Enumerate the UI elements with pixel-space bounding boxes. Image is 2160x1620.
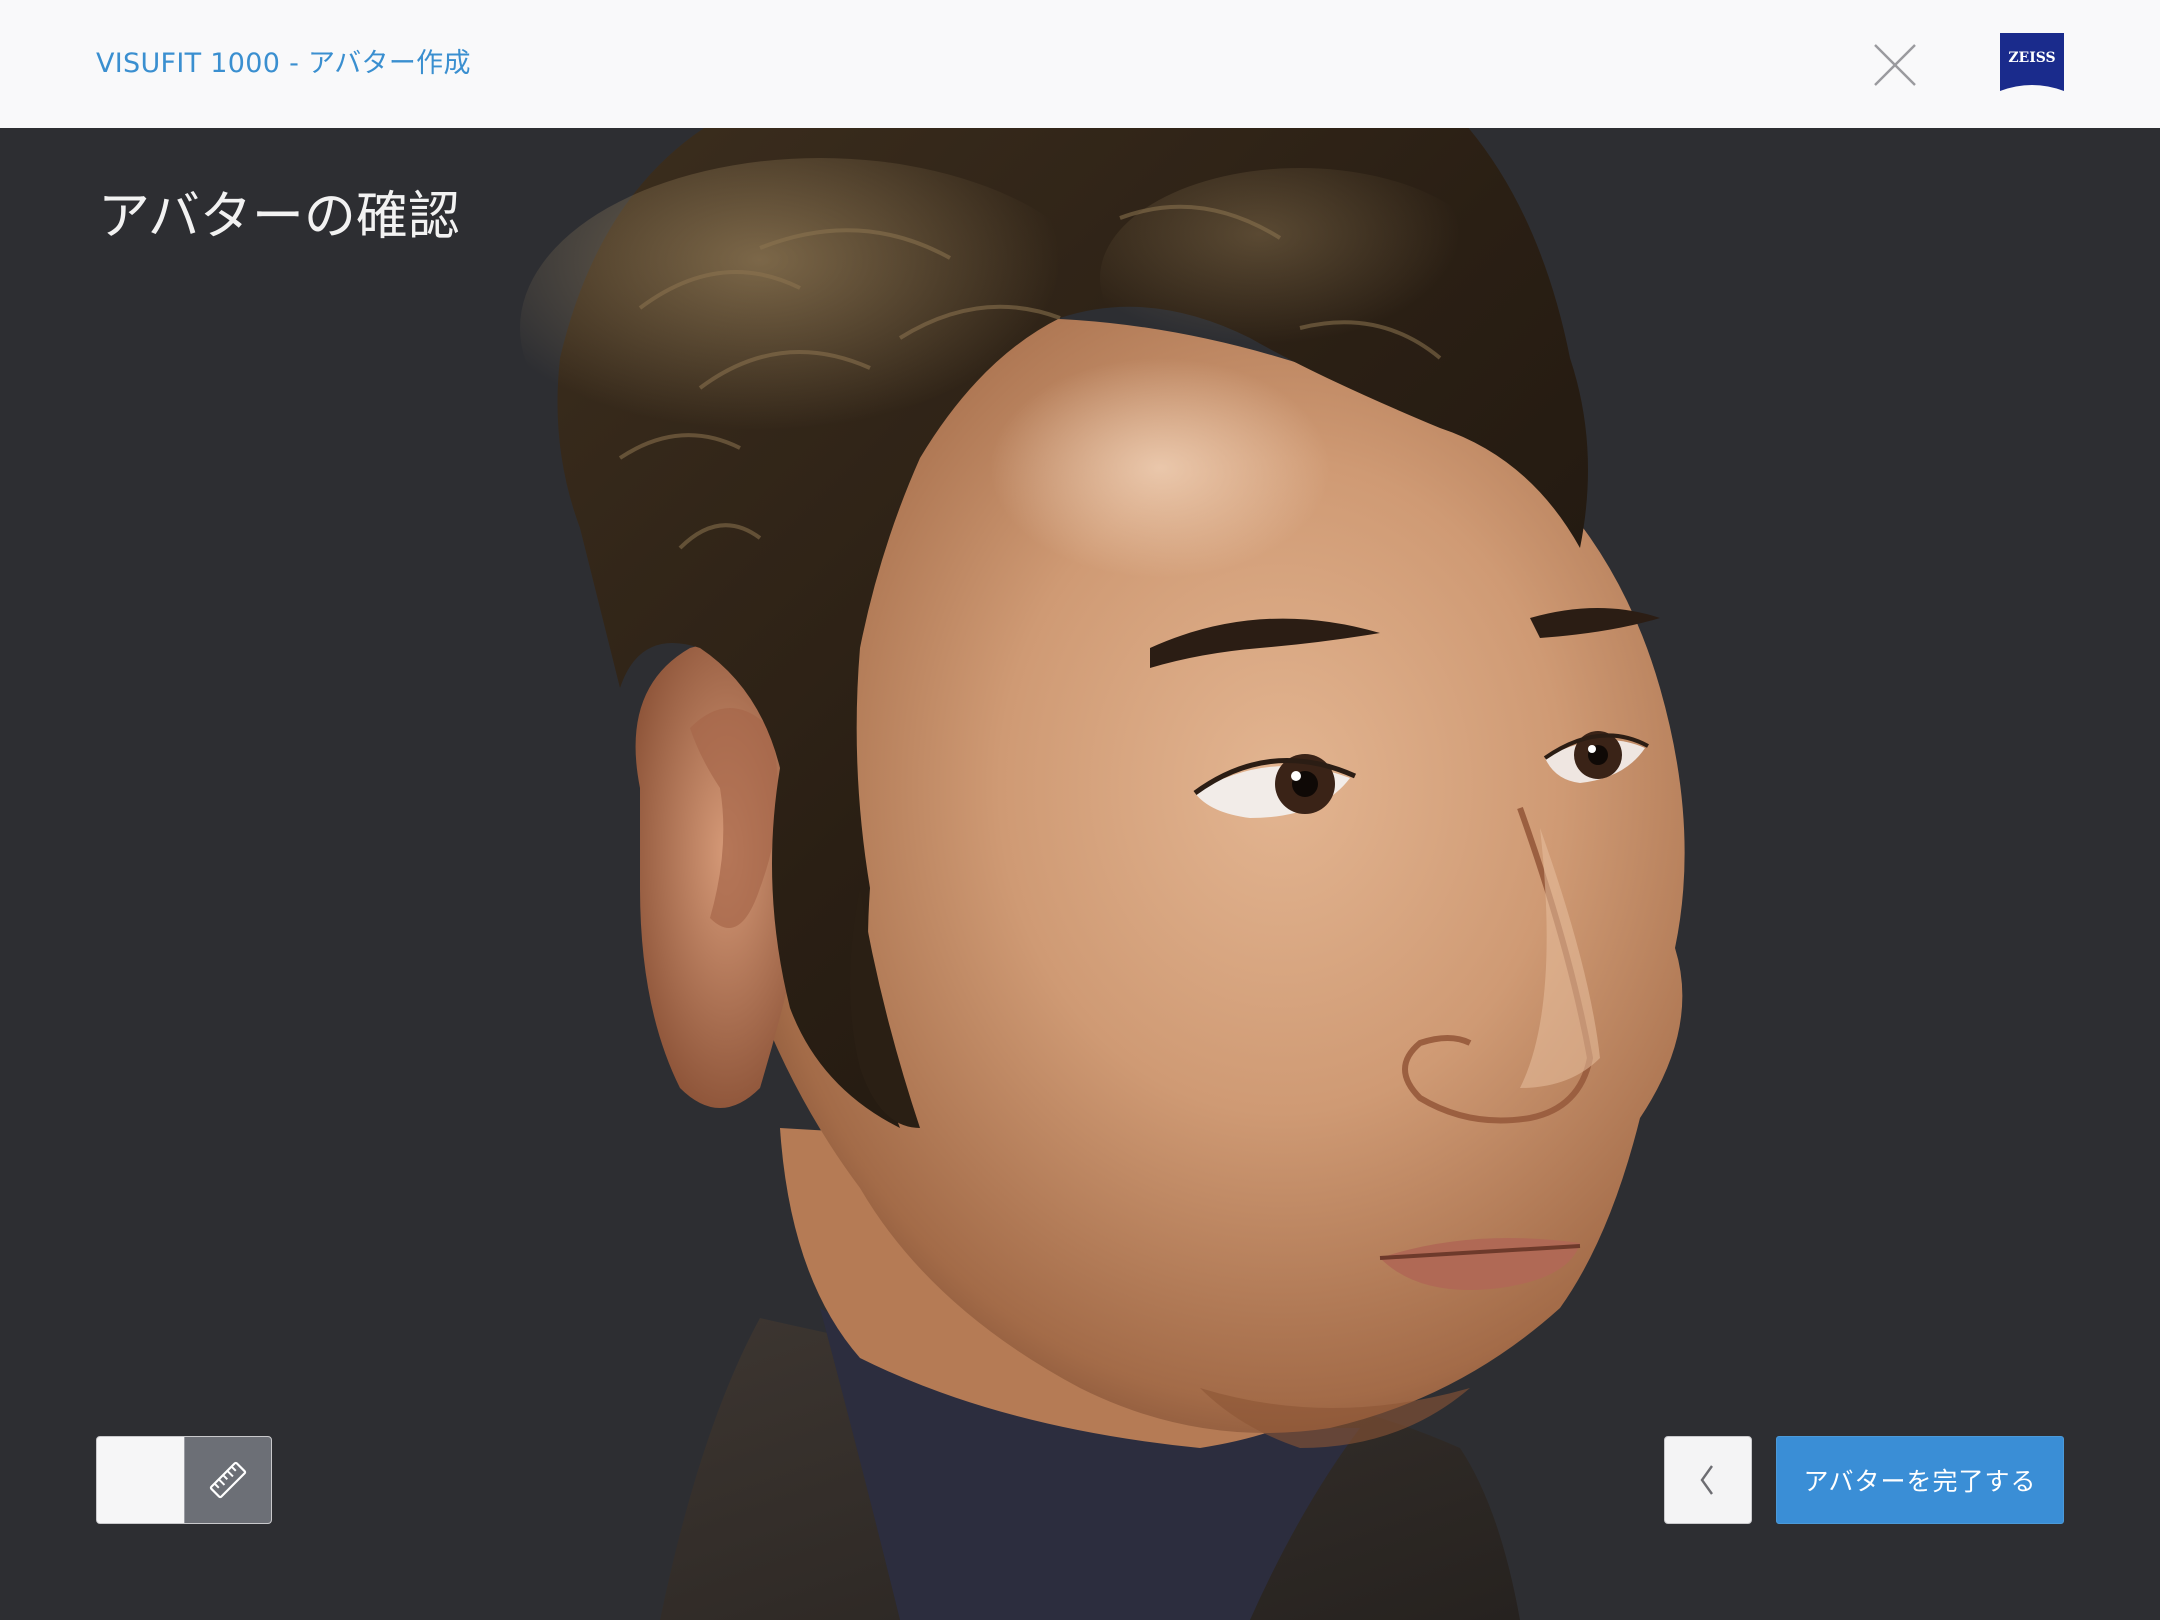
header-bar: VISUFIT 1000 - アバター作成 ZEISS [0, 0, 2160, 128]
svg-text:ZEISS: ZEISS [2008, 50, 2055, 66]
avatar-head-render[interactable] [0, 128, 2160, 1620]
view-mode-toggle[interactable] [96, 1436, 272, 1524]
back-button[interactable] [1664, 1436, 1752, 1524]
page-title: アバターの確認 [98, 187, 460, 247]
avatar-viewer[interactable]: アバターの確認 アバターを完了する [0, 128, 2160, 1620]
measure-view-button[interactable] [184, 1437, 271, 1523]
ruler-icon [209, 1461, 247, 1499]
close-icon [1874, 44, 1916, 86]
zeiss-logo: ZEISS [2000, 33, 2064, 97]
chevron-left-icon [1700, 1465, 1713, 1495]
app-title: VISUFIT 1000 - アバター作成 [96, 48, 471, 79]
close-button[interactable] [1872, 42, 1918, 88]
complete-avatar-button[interactable]: アバターを完了する [1776, 1436, 2064, 1524]
texture-view-button[interactable] [97, 1437, 184, 1523]
